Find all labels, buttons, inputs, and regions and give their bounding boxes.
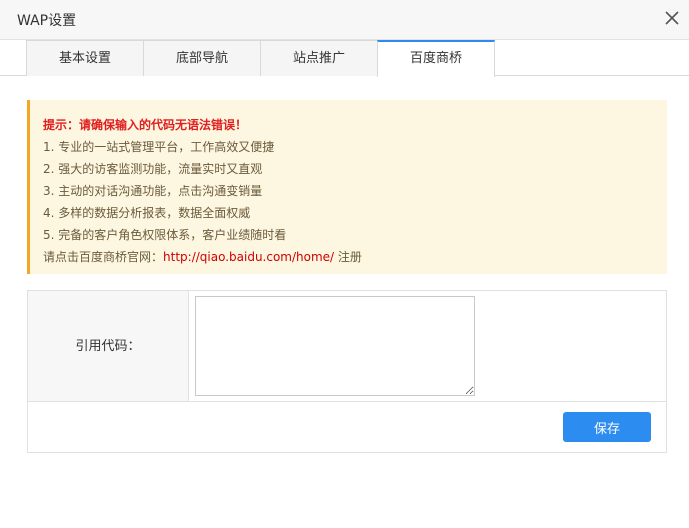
tip-visit-line: 请点击百度商桥官网：http://qiao.baidu.com/home/ 注册 bbox=[43, 246, 667, 268]
close-icon[interactable] bbox=[663, 9, 681, 27]
tip-visit-prefix: 请点击百度商桥官网： bbox=[43, 250, 164, 264]
dialog-title: WAP设置 bbox=[17, 13, 77, 29]
tab-bottom-navigation[interactable]: 底部导航 bbox=[143, 40, 261, 76]
tab-site-promotion[interactable]: 站点推广 bbox=[260, 40, 378, 76]
tip-item: 3. 主动的对话沟通功能，点击沟通变销量 bbox=[43, 184, 263, 198]
tip-item: 1. 专业的一站式管理平台，工作高效又便捷 bbox=[43, 140, 275, 154]
register-link[interactable]: 注册 bbox=[334, 250, 362, 264]
code-label: 引用代码： bbox=[28, 291, 189, 402]
tab-baidu-shangqiao[interactable]: 百度商桥 bbox=[377, 40, 495, 77]
code-input-cell bbox=[189, 291, 666, 402]
tab-basic-settings[interactable]: 基本设置 bbox=[26, 40, 144, 76]
tip-item: 2. 强大的访客监测功能，流量实时又直观 bbox=[43, 162, 263, 176]
tip-warning: 提示：请确保输入的代码无语法错误！ bbox=[43, 118, 248, 132]
tip-item: 5. 完备的客户角色权限体系，客户业绩随时看 bbox=[43, 228, 287, 242]
tab-bar: 基本设置 底部导航 站点推广 百度商桥 bbox=[0, 40, 689, 77]
tip-box: 提示：请确保输入的代码无语法错误！ 1. 专业的一站式管理平台，工作高效又便捷 … bbox=[27, 100, 667, 274]
tip-item: 4. 多样的数据分析报表，数据全面权威 bbox=[43, 206, 251, 220]
dialog-titlebar: WAP设置 bbox=[0, 0, 689, 40]
save-button[interactable]: 保存 bbox=[563, 412, 651, 442]
code-form: 引用代码： 保存 bbox=[27, 290, 667, 453]
baidu-shangqiao-link[interactable]: http://qiao.baidu.com/home/ bbox=[163, 250, 334, 264]
code-textarea[interactable] bbox=[195, 296, 475, 396]
